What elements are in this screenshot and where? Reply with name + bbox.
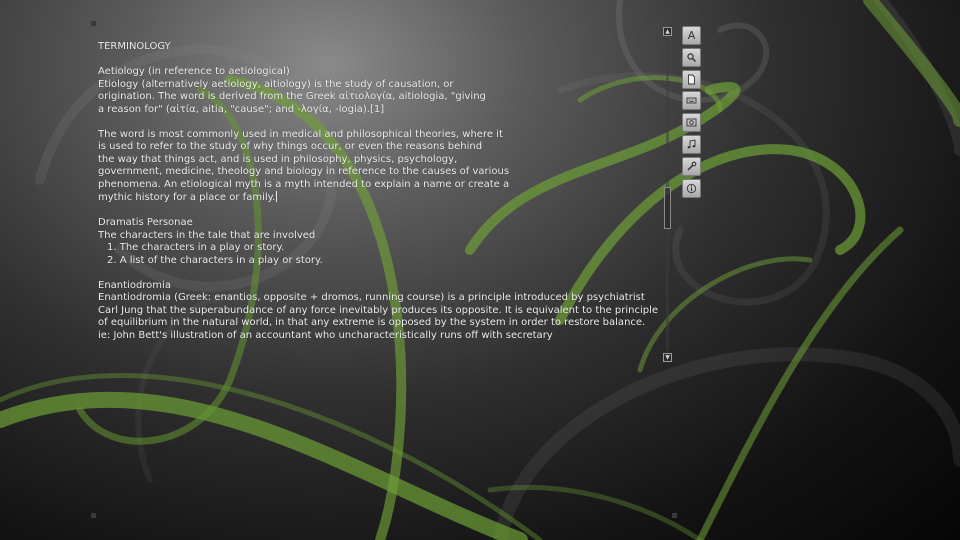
corner-marker (91, 21, 96, 26)
corner-marker (91, 513, 96, 518)
aetiology-paragraph-line: government, medicine, theology and biolo… (98, 166, 510, 177)
enantiodromia-line: of equilibrium in the natural world, in … (98, 317, 646, 328)
font-button[interactable]: A (682, 26, 701, 45)
new-document-button[interactable] (682, 69, 701, 89)
scrollbar-thumb[interactable] (664, 187, 671, 229)
text-cursor (276, 191, 278, 202)
enantiodromia-line: Enantiodromia (Greek: enantios, opposite… (98, 292, 645, 303)
document-heading: TERMINOLOGY (98, 41, 171, 52)
aetiology-title: Aetiology (in reference to aetiological) (98, 66, 290, 77)
enantiodromia-line: Carl Jung that the superabundance of any… (98, 304, 659, 316)
letter-a-icon: A (687, 29, 696, 42)
scroll-down-button[interactable]: ▼ (663, 353, 672, 362)
aetiology-paragraph-line: the way that things act, and is used in … (98, 153, 458, 165)
enantiodromia-line: ie: John Bett's illustration of an accou… (98, 329, 553, 341)
aetiology-paragraph-last-line: mythic history for a place or family. (98, 191, 678, 205)
document-text-area[interactable]: TERMINOLOGY Aetiology (in reference to a… (98, 41, 678, 342)
picture-icon (686, 118, 697, 127)
side-toolbar: A (682, 26, 701, 200)
dramatis-intro: The characters in the tale that are invo… (98, 229, 316, 241)
aetiology-paragraph-line: The word is most commonly used in medica… (98, 128, 503, 140)
scroll-up-button[interactable]: ▲ (663, 27, 672, 36)
enantiodromia-title: Enantiodromia (98, 279, 171, 291)
keyboard-button[interactable] (682, 91, 701, 111)
aetiology-paragraph-line: phenomena. An etiological myth is a myth… (98, 178, 510, 190)
tools-button[interactable] (682, 156, 701, 176)
aetiology-line: origination. The word is derived from th… (98, 91, 486, 102)
aetiology-paragraph-line: is used to refer to the study of why thi… (98, 141, 483, 152)
music-button[interactable] (682, 134, 701, 154)
magnifier-icon (687, 53, 696, 62)
info-icon (686, 183, 697, 193)
aetiology-line: Etiology (alternatively aetiology, aitio… (98, 78, 454, 90)
corner-marker (672, 513, 677, 518)
wrench-icon (687, 161, 697, 171)
music-note-icon (687, 139, 696, 149)
list-item: 1. The characters in a play or story. (107, 242, 285, 253)
keyboard-icon (686, 97, 697, 104)
image-button[interactable] (682, 113, 701, 133)
page-icon (688, 74, 695, 85)
search-button[interactable] (682, 47, 701, 67)
aetiology-paragraph-line: mythic history for a place or family. (98, 192, 276, 203)
aetiology-line: a reason for" (αἰτία, aitia, "cause"; an… (98, 103, 385, 115)
info-button[interactable] (682, 178, 701, 198)
dramatis-title: Dramatis Personae (98, 217, 193, 228)
list-item: 2. A list of the characters in a play or… (107, 254, 323, 266)
